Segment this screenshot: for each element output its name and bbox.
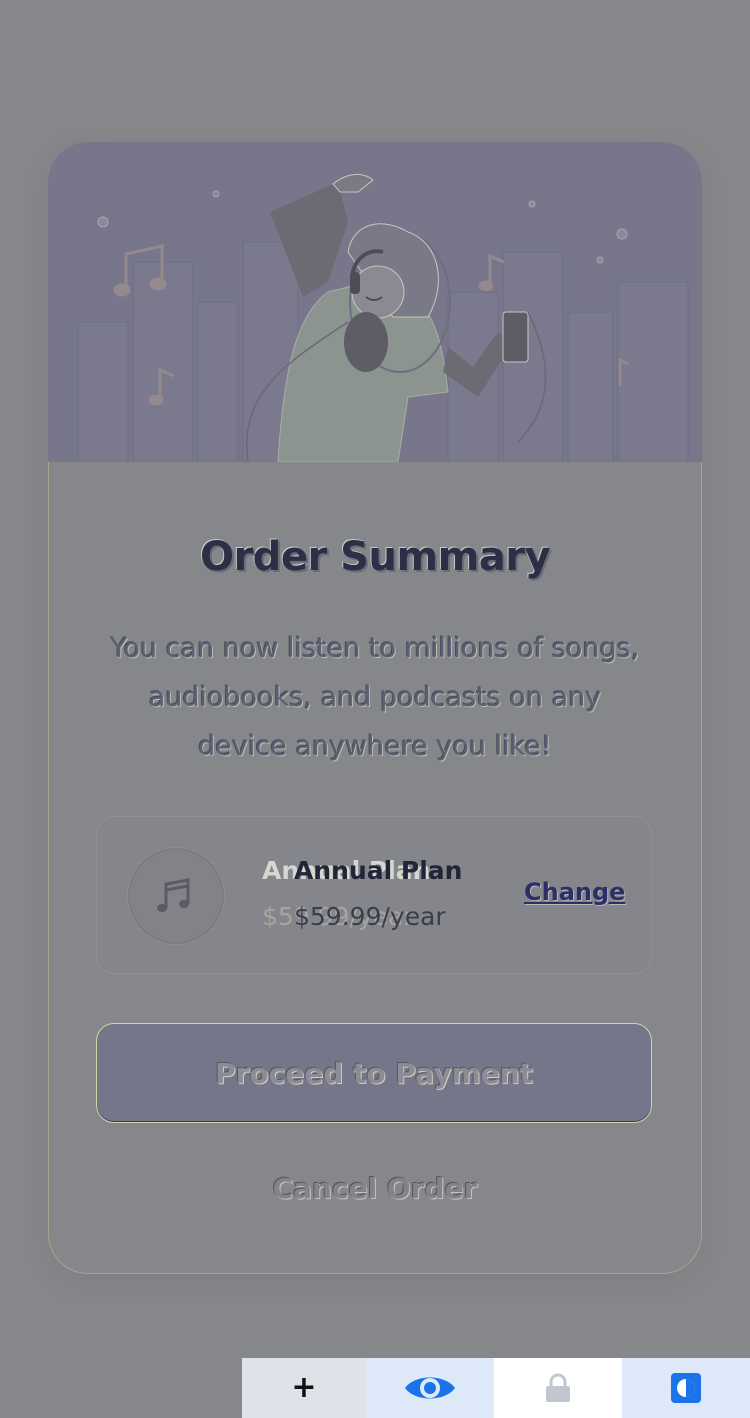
cancel-order-button[interactable]: Cancel Order bbox=[48, 1172, 702, 1205]
plan-panel: Annual Plan $59.99/year Change bbox=[96, 816, 652, 974]
change-plan-link[interactable]: Change bbox=[524, 878, 625, 906]
contrast-button[interactable] bbox=[622, 1358, 750, 1418]
add-button[interactable]: + bbox=[242, 1358, 366, 1418]
order-summary-title: Order Summary bbox=[199, 534, 551, 580]
hero-illustration bbox=[48, 142, 702, 462]
music-note-icon bbox=[128, 848, 224, 944]
proceed-to-payment-button[interactable]: Proceed to Payment bbox=[96, 1023, 652, 1123]
plan-name: Annual Plan bbox=[294, 856, 463, 885]
plan-price: $59.99/year bbox=[294, 902, 446, 931]
add-icon: + bbox=[291, 1370, 317, 1405]
contrast-icon bbox=[671, 1373, 701, 1403]
lock-icon bbox=[546, 1373, 570, 1402]
order-description: You can now listen to millions of songs,… bbox=[110, 633, 640, 762]
lock-button[interactable] bbox=[494, 1358, 622, 1418]
order-summary-card: Order Summary You can now listen to mill… bbox=[48, 142, 702, 1274]
eye-button[interactable] bbox=[366, 1358, 494, 1418]
bottom-toolbar: + bbox=[242, 1358, 750, 1418]
eye-icon bbox=[405, 1377, 455, 1399]
